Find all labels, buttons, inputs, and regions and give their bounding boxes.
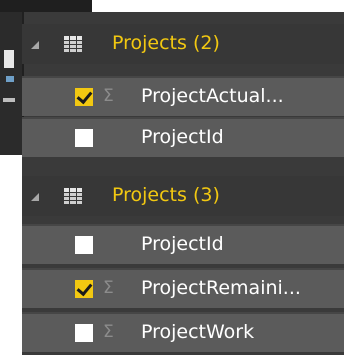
collapse-arrow-icon[interactable] — [31, 41, 39, 49]
field-checkbox[interactable] — [75, 87, 93, 106]
table-icon — [64, 188, 82, 204]
sigma-icon: Σ — [103, 278, 114, 298]
sigma-icon: Σ — [103, 86, 114, 106]
table-name: Projects (2) — [112, 32, 220, 54]
background-element — [6, 76, 14, 82]
checkmark-icon — [76, 87, 93, 105]
table-icon — [64, 36, 82, 52]
table-group-header[interactable]: Projects (3) — [22, 176, 344, 216]
background-titlebar — [36, 0, 92, 12]
field-checkbox[interactable] — [75, 236, 93, 254]
field-row[interactable]: ProjectId — [22, 224, 344, 264]
background-element — [3, 98, 15, 102]
screenshot-stage: Projects (2) Σ ProjectActual... ProjectI… — [0, 0, 348, 359]
collapse-arrow-icon[interactable] — [31, 193, 39, 201]
field-name: ProjectWork — [141, 321, 255, 343]
field-name: ProjectRemaini... — [141, 277, 301, 299]
field-name: ProjectActual... — [141, 85, 284, 107]
field-row[interactable]: ProjectId — [22, 117, 344, 157]
field-checkbox[interactable] — [75, 279, 93, 298]
field-checkbox[interactable] — [75, 129, 93, 147]
field-row[interactable]: Σ ProjectWork — [22, 312, 344, 352]
sigma-icon: Σ — [103, 322, 114, 342]
fields-panel: Projects (2) Σ ProjectActual... ProjectI… — [22, 12, 344, 355]
table-name: Projects (3) — [112, 184, 220, 206]
field-checkbox[interactable] — [75, 324, 93, 342]
background-element — [4, 50, 14, 68]
table-group-header[interactable]: Projects (2) — [22, 24, 344, 64]
field-name: ProjectId — [141, 233, 224, 255]
field-row[interactable]: Σ ProjectActual... — [22, 76, 344, 116]
checkmark-icon — [76, 279, 93, 297]
field-name: ProjectId — [141, 126, 224, 148]
field-row[interactable]: Σ ProjectRemaini... — [22, 268, 344, 308]
